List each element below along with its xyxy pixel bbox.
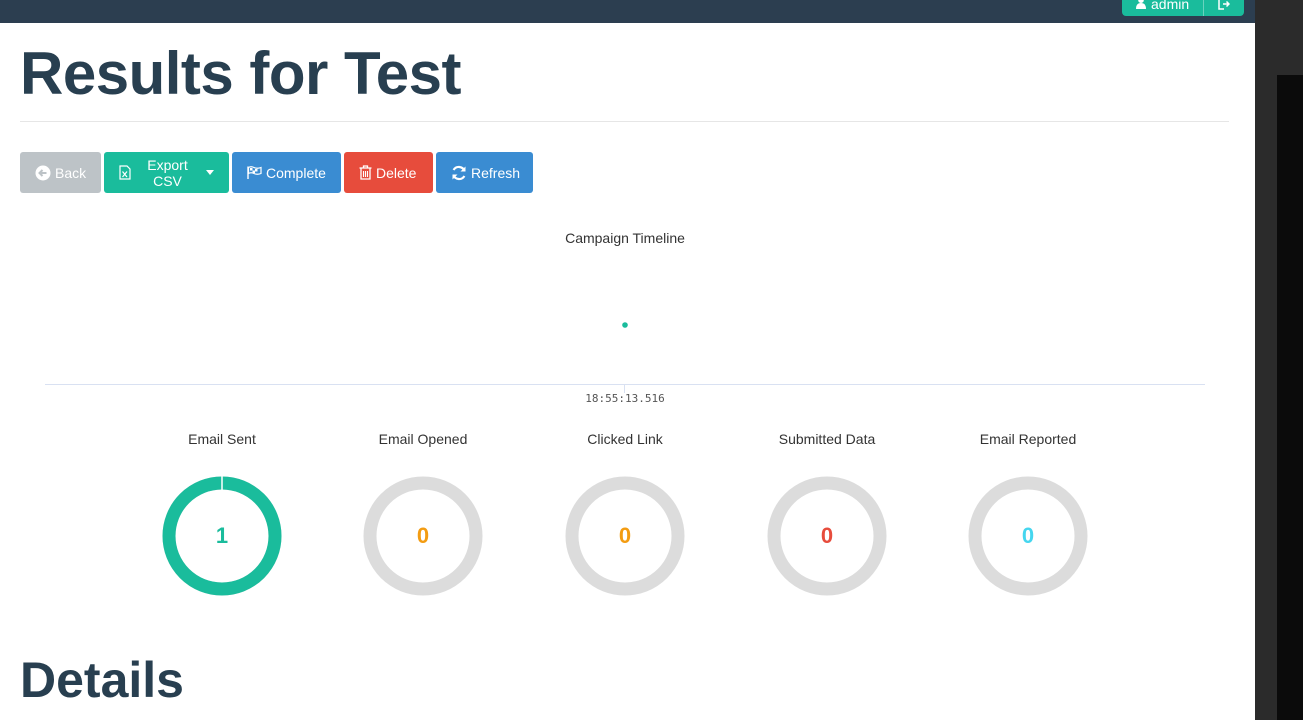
donut-chart: 0 (363, 476, 483, 596)
stat-label: Clicked Link (587, 431, 663, 447)
stat-label: Submitted Data (778, 431, 876, 447)
stat-value: 0 (1021, 523, 1035, 548)
refresh-button[interactable]: Refresh (436, 152, 533, 193)
user-icon (1136, 0, 1146, 12)
timeline-title: Campaign Timeline (565, 230, 685, 246)
timeline-event-point[interactable] (622, 322, 628, 328)
donut-chart: 1 (162, 476, 282, 596)
stat-label: Email Sent (188, 431, 256, 447)
donut-chart: 0 (767, 476, 887, 596)
title-divider (20, 121, 1229, 122)
stat-email-opened: Email Opened 0 (343, 430, 503, 596)
complete-button[interactable]: Complete (232, 152, 341, 193)
export-label: Export CSV (147, 156, 188, 189)
timeline-tick-label: 18:55:13.516 (585, 392, 665, 405)
file-excel-icon (119, 165, 131, 180)
user-menu-button[interactable]: admin (1122, 0, 1245, 16)
user-name: admin (1151, 0, 1190, 12)
arrow-circle-left-icon (35, 165, 51, 181)
back-button[interactable]: Back (20, 152, 101, 193)
complete-label: Complete (266, 164, 326, 181)
stat-submitted-data: Submitted Data 0 (747, 430, 907, 596)
stat-email-reported: Email Reported 0 (948, 430, 1108, 596)
side-panel-inner (1277, 75, 1303, 720)
delete-button[interactable]: Delete (344, 152, 433, 193)
logout-icon[interactable] (1204, 0, 1244, 16)
stat-value: 0 (618, 523, 632, 548)
back-label: Back (55, 164, 87, 181)
stat-value: 0 (820, 523, 834, 548)
action-toolbar: Back Export CSV Complete Delete Refresh (20, 152, 533, 193)
donut-chart: 0 (968, 476, 1088, 596)
trash-icon (359, 165, 372, 180)
stat-value: 1 (215, 523, 229, 548)
donut-chart: 0 (565, 476, 685, 596)
stat-value: 0 (416, 523, 430, 548)
timeline-chart (45, 322, 1205, 393)
stat-clicked-link: Clicked Link 0 (545, 430, 705, 596)
delete-label: Delete (376, 164, 417, 181)
refresh-icon (451, 165, 467, 181)
side-panel (1255, 0, 1303, 720)
stat-email-sent: Email Sent 1 (142, 430, 302, 596)
flag-checkered-icon (247, 166, 262, 179)
stat-label: Email Opened (378, 431, 468, 447)
details-heading: Details (20, 652, 184, 708)
caret-down-icon (206, 170, 214, 175)
top-navbar (0, 0, 1255, 23)
export-csv-button[interactable]: Export CSV (104, 152, 229, 193)
page-title: Results for Test (20, 40, 461, 107)
stat-label: Email Reported (979, 431, 1077, 447)
refresh-label: Refresh (471, 164, 521, 181)
